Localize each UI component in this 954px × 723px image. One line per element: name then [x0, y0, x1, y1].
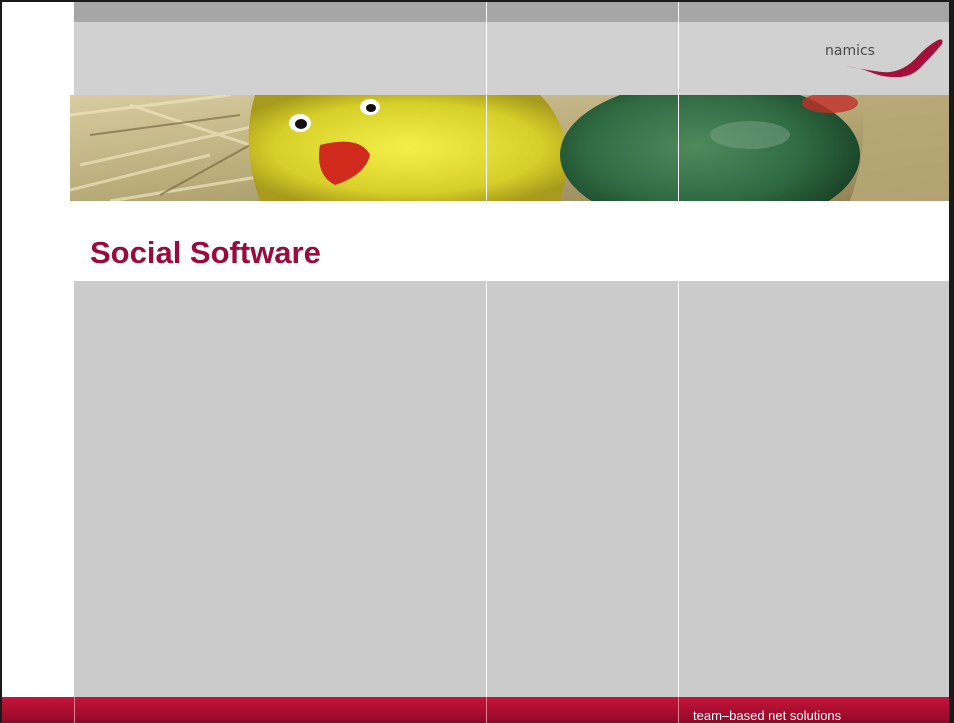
header-band	[74, 22, 949, 95]
namics-logo-icon	[846, 39, 943, 78]
frame-top	[0, 0, 954, 2]
top-strip	[74, 2, 949, 22]
content-area	[74, 281, 949, 697]
footer-divider	[678, 697, 679, 723]
frame-right	[949, 0, 954, 723]
footer-divider	[486, 697, 487, 723]
slide-title: Social Software	[90, 235, 321, 270]
frame-left	[0, 0, 2, 723]
footer-divider	[74, 697, 75, 723]
presentation-slide: namics Social Software team–based net so…	[0, 0, 954, 723]
column-divider	[486, 2, 487, 697]
footer-tagline: team–based net solutions	[693, 708, 842, 723]
easter-photo-banner	[70, 95, 949, 201]
column-divider	[678, 2, 679, 697]
